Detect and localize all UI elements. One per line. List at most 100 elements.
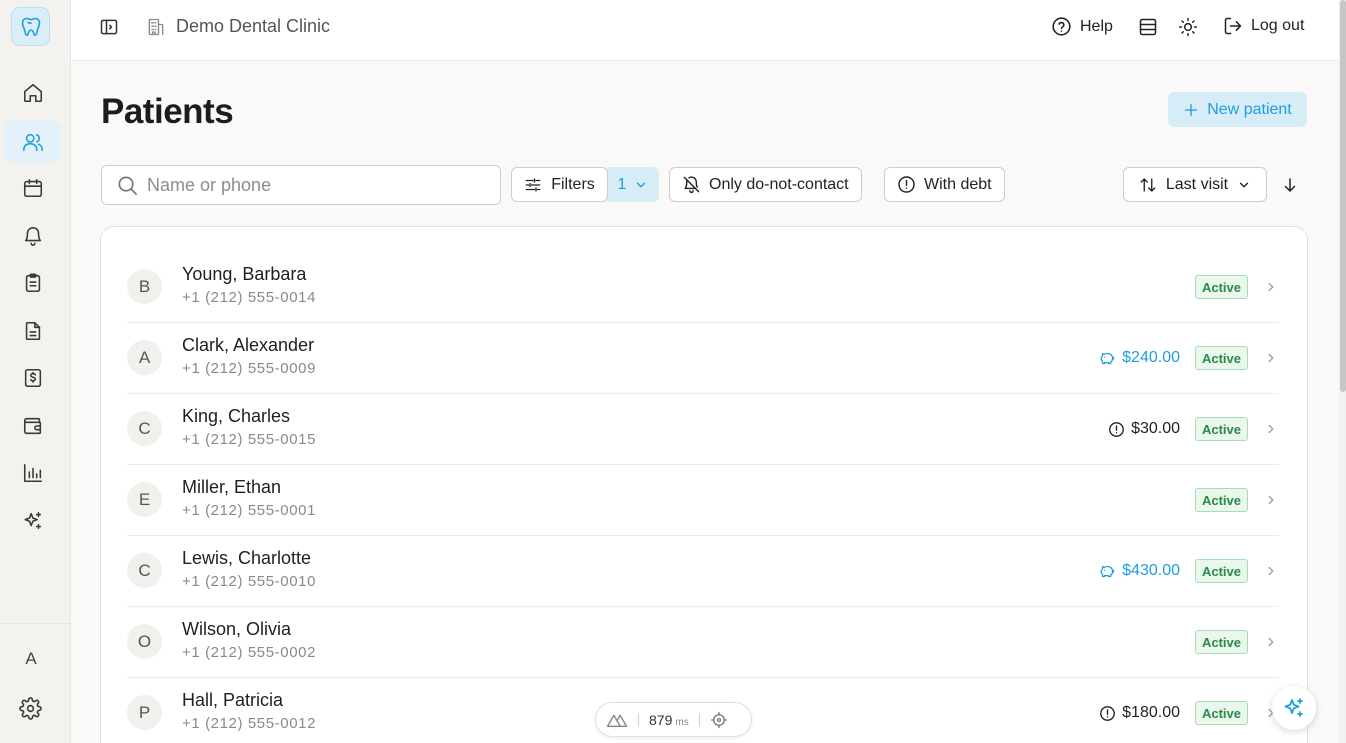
patient-credit: $430.00 [1099,562,1180,580]
patient-phone: +1 (212) 555-0014 [182,289,317,306]
alert-circle-icon [897,175,916,194]
status-badge: Active [1195,559,1248,583]
balance-amount: $240.00 [1122,349,1180,366]
patient-row[interactable]: B Young, Barbara +1 (212) 555-0014 Activ… [127,252,1279,323]
chevron-right-icon[interactable] [1264,635,1278,649]
piggy-bank-icon [1099,563,1116,580]
settings-button[interactable] [19,697,42,720]
patient-row[interactable]: A Clark, Alexander +1 (212) 555-0009 $24… [127,323,1279,394]
sidebar-item-home[interactable] [4,72,61,113]
gear-icon [19,697,42,720]
theme-toggle-button[interactable] [1178,17,1198,37]
user-avatar[interactable]: A [13,641,49,677]
chevron-right-icon[interactable] [1264,351,1278,365]
help-label: Help [1080,17,1113,35]
status-badge: Active [1195,701,1248,725]
sidebar-item-treatment-plans[interactable] [4,262,61,303]
sidebar-item-reminders[interactable] [4,215,61,256]
chevron-right-icon[interactable] [1264,564,1278,578]
patient-row-meta: $180.00 Active [1099,701,1279,725]
arrow-down-icon [1281,176,1299,194]
sidebar-item-assistant[interactable] [4,500,61,541]
with-debt-toggle[interactable]: With debt [884,167,1005,202]
patient-phone: +1 (212) 555-0009 [182,360,317,377]
new-patient-button[interactable]: New patient [1168,92,1307,127]
filters-button[interactable]: Filters [511,167,608,202]
sidebar-item-payments[interactable] [4,405,61,446]
alert-circle-icon [1099,705,1116,722]
bar-chart-icon [22,462,44,484]
page-title: Patients [101,92,234,131]
sort-arrows-icon [1139,176,1157,194]
chevron-right-icon[interactable] [1264,422,1278,436]
crosshair-icon[interactable] [710,711,728,729]
patient-phone: +1 (212) 555-0002 [182,644,317,661]
patient-debt: $30.00 [1108,420,1180,438]
search-input[interactable] [147,166,487,204]
patient-row-meta: Active [1195,275,1279,299]
scrollbar-thumb[interactable] [1340,0,1346,392]
sidebar: A [0,0,71,743]
sidebar-item-reports[interactable] [4,452,61,493]
help-button[interactable]: Help [1051,16,1113,37]
chevron-right-icon[interactable] [1264,280,1278,294]
patient-name: Young, Barbara [182,264,307,284]
status-badge: Active [1195,275,1248,299]
patient-phone: +1 (212) 555-0015 [182,431,317,448]
patient-row[interactable]: C King, Charles +1 (212) 555-0015 $30.00… [127,394,1279,465]
sidebar-toggle-button[interactable] [99,17,119,37]
with-debt-label: With debt [924,175,992,193]
sidebar-item-documents[interactable] [4,310,61,351]
search-field[interactable] [101,165,501,205]
ai-assistant-button[interactable] [1272,686,1316,730]
bell-off-icon [682,175,701,194]
chevron-right-icon[interactable] [1264,493,1278,507]
patient-row-meta: $430.00 Active [1099,559,1279,583]
patient-name: Lewis, Charlotte [182,548,312,568]
table-list-icon [1138,17,1158,37]
patient-list: B Young, Barbara +1 (212) 555-0014 Activ… [100,226,1308,743]
patient-avatar: B [127,269,162,304]
topbar: Demo Dental Clinic Help Log out [71,0,1339,61]
sidebar-item-patients[interactable] [4,121,61,162]
patient-row[interactable]: C Lewis, Charlotte +1 (212) 555-0010 $43… [127,536,1279,607]
panel-toggle-icon [99,17,119,37]
perf-unit: ms [675,716,689,728]
patient-row[interactable]: E Miller, Ethan +1 (212) 555-0001 Active [127,465,1279,536]
status-badge: Active [1195,417,1248,441]
do-not-contact-toggle[interactable]: Only do-not-contact [669,167,862,202]
patient-row[interactable]: O Wilson, Olivia +1 (212) 555-0002 Activ… [127,607,1279,678]
alert-circle-icon [1108,421,1125,438]
patient-debt: $180.00 [1099,704,1180,722]
clipboard-icon [22,272,44,294]
patient-row-meta: $240.00 Active [1099,346,1279,370]
filters-count-value: 1 [617,175,627,193]
layout-toggle-button[interactable] [1138,17,1158,37]
active-filters-count[interactable]: 1 [607,167,659,202]
perf-separator [698,712,700,727]
building-icon [146,17,166,37]
sort-direction-button[interactable] [1281,176,1299,194]
dev-perf-indicator[interactable]: 879 ms [595,702,752,737]
perf-timing: 879 ms [649,712,689,728]
new-patient-label: New patient [1207,100,1292,118]
patient-row-meta: Active [1195,488,1279,512]
patient-row-meta: Active [1195,630,1279,654]
patient-avatar: O [127,624,162,659]
balance-amount: $180.00 [1122,704,1180,721]
patient-avatar: A [127,340,162,375]
sort-label: Last visit [1165,175,1229,193]
clinic-name[interactable]: Demo Dental Clinic [176,16,330,37]
filters-label: Filters [551,175,595,193]
patient-phone: +1 (212) 555-0012 [182,715,317,732]
tooth-logo-icon[interactable] [11,7,50,46]
logout-button[interactable]: Log out [1223,16,1304,36]
sidebar-item-invoices[interactable] [4,357,61,398]
users-icon [22,131,44,153]
patient-phone: +1 (212) 555-0001 [182,502,317,519]
logout-label: Log out [1251,17,1305,34]
perf-value: 879 [649,711,673,728]
filters-group: Filters 1 [511,167,659,202]
sort-select[interactable]: Last visit [1123,167,1267,202]
sidebar-item-calendar[interactable] [4,167,61,208]
